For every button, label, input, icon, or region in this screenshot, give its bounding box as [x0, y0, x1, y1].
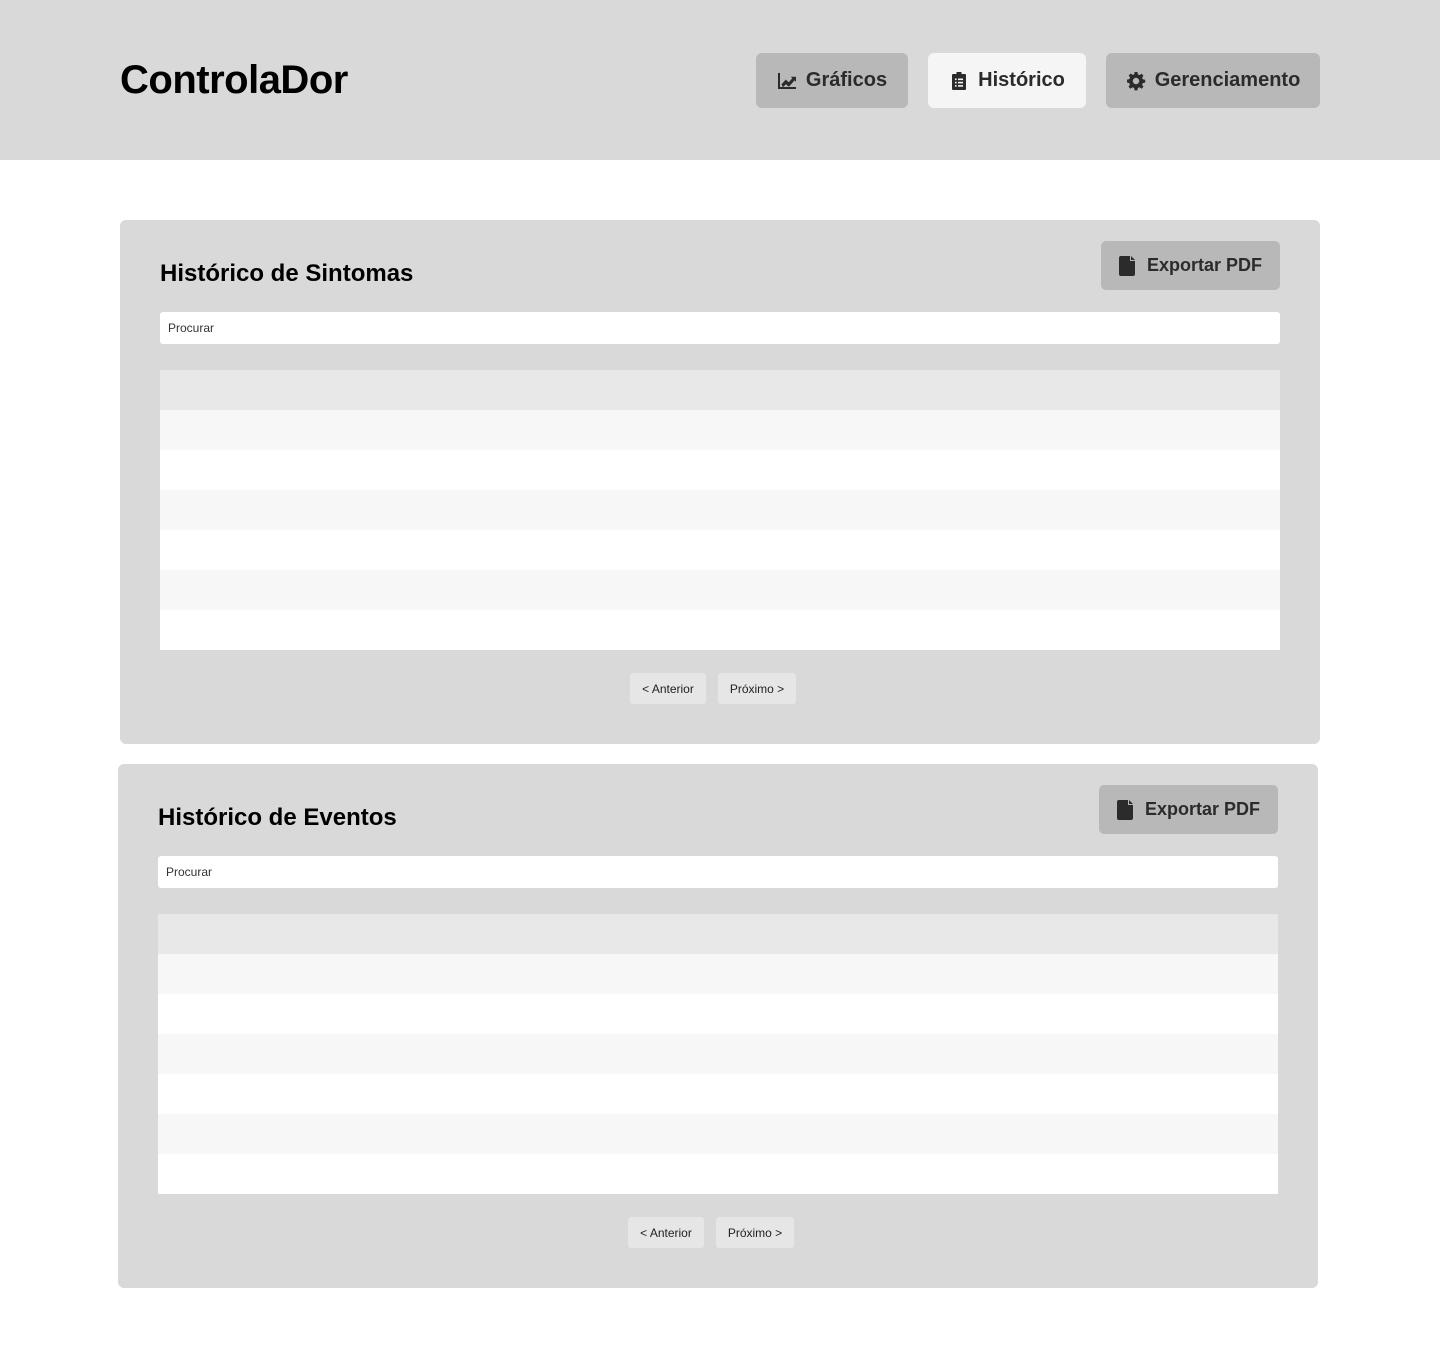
- next-page-button[interactable]: Próximo >: [716, 1217, 794, 1248]
- export-pdf-button[interactable]: Exportar PDF: [1099, 785, 1278, 834]
- table-header-row: [160, 370, 1280, 410]
- table-row[interactable]: [158, 994, 1278, 1034]
- previous-page-button[interactable]: < Anterior: [630, 673, 706, 704]
- nav-label-historico: Histórico: [978, 69, 1065, 91]
- search-input[interactable]: [160, 312, 1280, 344]
- table-row[interactable]: [160, 450, 1280, 490]
- table-row[interactable]: [160, 570, 1280, 610]
- nav-label-gerenciamento: Gerenciamento: [1154, 69, 1301, 91]
- table-row[interactable]: [158, 1034, 1278, 1074]
- nav-button-gerenciamento[interactable]: Gerenciamento: [1106, 53, 1320, 108]
- nav-button-historico[interactable]: Histórico: [928, 53, 1086, 108]
- nav-label-graficos: Gráficos: [805, 69, 888, 91]
- table-header-row: [158, 914, 1278, 954]
- table-row[interactable]: [158, 1074, 1278, 1114]
- table-row[interactable]: [158, 1154, 1278, 1194]
- table-row[interactable]: [160, 490, 1280, 530]
- chart-line-icon: [777, 72, 796, 89]
- gear-icon: [1126, 71, 1145, 90]
- table-row[interactable]: [160, 410, 1280, 450]
- history-table: [160, 370, 1280, 650]
- app-header: ControlaDor Gráficos Histórico Gerenciam…: [0, 0, 1440, 160]
- panel-title: Histórico de Sintomas: [160, 260, 414, 287]
- eventos-history-panel: Histórico de Eventos Exportar PDF < Ante…: [118, 764, 1318, 1288]
- history-table: [158, 914, 1278, 1194]
- table-row[interactable]: [158, 954, 1278, 994]
- file-icon: [1116, 799, 1133, 820]
- next-page-button[interactable]: Próximo >: [718, 673, 796, 704]
- sintomas-history-panel: Histórico de Sintomas Exportar PDF < Ant…: [120, 220, 1320, 744]
- search-input[interactable]: [158, 856, 1278, 888]
- export-pdf-label: Exportar PDF: [1146, 255, 1263, 275]
- app-title: ControlaDor: [120, 58, 348, 102]
- export-pdf-label: Exportar PDF: [1144, 799, 1261, 819]
- export-pdf-button[interactable]: Exportar PDF: [1101, 241, 1280, 290]
- nav-button-graficos[interactable]: Gráficos: [756, 53, 908, 108]
- clipboard-list-icon: [952, 71, 967, 90]
- previous-page-button[interactable]: < Anterior: [628, 1217, 704, 1248]
- file-icon: [1118, 255, 1135, 276]
- panel-title: Histórico de Eventos: [158, 804, 397, 831]
- table-row[interactable]: [160, 530, 1280, 570]
- table-row[interactable]: [158, 1114, 1278, 1154]
- table-row[interactable]: [160, 610, 1280, 650]
